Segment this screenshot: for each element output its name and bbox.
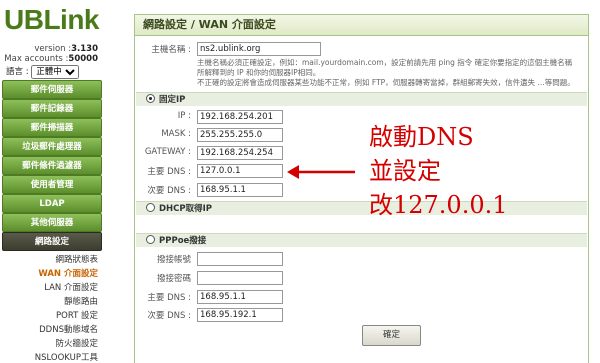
nav-mail-server[interactable]: 郵件伺服器 xyxy=(2,80,102,99)
pppoe-primary-dns-input[interactable]: 168.95.1.1 xyxy=(197,290,283,304)
nav-ldap[interactable]: LDAP xyxy=(2,194,102,213)
mask-label: MASK : xyxy=(161,129,191,139)
hostname-input[interactable]: ns2.ublink.org xyxy=(197,42,321,56)
pppoe-password-input[interactable] xyxy=(197,271,283,285)
mask-input[interactable]: 255.255.255.0 xyxy=(197,128,283,142)
nav-network-settings[interactable]: 網路設定 xyxy=(2,232,102,251)
subnav-port-settings[interactable]: PORT 設定 xyxy=(56,309,98,321)
subnav-lan-settings[interactable]: LAN 介面設定 xyxy=(44,281,98,293)
annotation-line-2: 並設定 xyxy=(369,157,441,185)
subnav-wan-settings[interactable]: WAN 介面設定 xyxy=(38,267,98,279)
annotation-line-3: 改127.0.0.1 xyxy=(369,191,508,219)
version-info: version :3.130 xyxy=(34,44,98,54)
secondary-dns-input[interactable]: 168.95.1.1 xyxy=(197,183,283,197)
pppoe-account-label: 撥接帳號 xyxy=(156,255,191,265)
app-logo: UBLink xyxy=(4,4,100,35)
page-title: 網路設定 / WAN 介面設定 xyxy=(135,15,588,36)
pppoe-section[interactable]: PPPoe撥接 xyxy=(136,233,587,247)
fixed-ip-section[interactable]: 固定IP xyxy=(136,92,587,106)
pppoe-secondary-dns-label: 次要 DNS : xyxy=(147,311,191,321)
annotation-line-1: 啟動DNS xyxy=(369,123,474,151)
sidebar: UBLink version :3.130 Max accounts :5000… xyxy=(0,0,108,363)
ip-input[interactable]: 192.168.254.201 xyxy=(197,110,283,124)
primary-dns-input[interactable]: 127.0.0.1 xyxy=(197,164,283,178)
pppoe-password-label: 撥接密碼 xyxy=(156,274,191,284)
ip-label: IP : xyxy=(177,111,191,121)
language-label: 語言 : xyxy=(6,67,29,77)
gateway-input[interactable]: 192.168.254.254 xyxy=(197,146,283,160)
nav-mail-logger[interactable]: 郵件記錄器 xyxy=(2,99,102,118)
language-selector: 語言 : 正體中文 xyxy=(6,65,80,79)
subnav-network-status[interactable]: 網路狀態表 xyxy=(55,253,98,265)
subnav-ddns[interactable]: DDNS動態域名 xyxy=(39,323,98,335)
dhcp-label: DHCP取得IP xyxy=(159,204,213,214)
nav-other-servers[interactable]: 其他伺服器 xyxy=(2,213,102,232)
dhcp-section[interactable]: DHCP取得IP xyxy=(136,201,587,215)
subnav-static-route[interactable]: 靜態路由 xyxy=(64,295,98,307)
nav-spam-handler[interactable]: 垃圾郵件處理器 xyxy=(2,137,102,156)
nav-mail-filter[interactable]: 郵件條件過濾器 xyxy=(2,156,102,175)
pppoe-account-input[interactable] xyxy=(197,252,283,266)
gateway-label: GATEWAY : xyxy=(144,147,191,157)
nav-user-management[interactable]: 使用者管理 xyxy=(2,175,102,194)
fixed-ip-label: 固定IP xyxy=(159,95,186,105)
ok-button[interactable]: 確定 xyxy=(362,325,421,346)
secondary-dns-label: 次要 DNS : xyxy=(147,186,191,196)
hostname-label: 主機名稱 : xyxy=(151,45,191,55)
main-panel: 網路設定 / WAN 介面設定 主機名稱 : ns2.ublink.org 主機… xyxy=(134,14,589,363)
pppoe-primary-dns-label: 主要 DNS : xyxy=(147,293,191,303)
max-accounts-info: Max accounts :50000 xyxy=(4,54,98,64)
primary-dns-label: 主要 DNS : xyxy=(147,167,191,177)
nav-mail-scanner[interactable]: 郵件掃描器 xyxy=(2,118,102,137)
hostname-note-3: 不正確的設定將會造成伺服器某些功能不正常，例如 FTP，伺服器轉寄當掉，群組郵寄… xyxy=(197,78,575,87)
pppoe-secondary-dns-input[interactable]: 168.95.192.1 xyxy=(197,308,283,322)
fixed-ip-radio[interactable] xyxy=(146,94,155,103)
subnav-nslookup[interactable]: NSLOOKUP工具 xyxy=(35,351,98,363)
pppoe-radio[interactable] xyxy=(146,235,155,244)
language-select[interactable]: 正體中文 xyxy=(31,65,80,79)
dhcp-radio[interactable] xyxy=(146,203,155,212)
subnav-firewall[interactable]: 防火牆設定 xyxy=(55,337,98,349)
pppoe-label: PPPoe撥接 xyxy=(159,236,207,246)
annotation-arrow-icon xyxy=(287,165,355,179)
